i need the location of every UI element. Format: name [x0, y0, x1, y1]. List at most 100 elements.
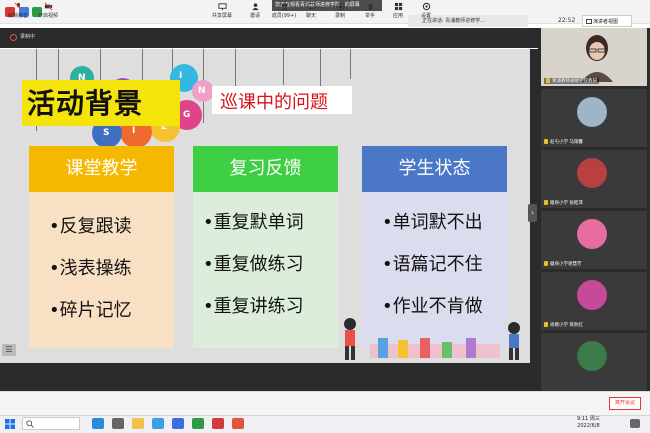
- column-item: •重复做练习: [203, 254, 304, 275]
- wps-icon[interactable]: [212, 418, 224, 429]
- participant-name-text: 赵屯小学 马雨馨: [550, 140, 583, 145]
- notification-icon[interactable]: [630, 419, 640, 428]
- start-video-button[interactable]: 开启视频: [30, 2, 66, 19]
- collapse-panel-button[interactable]: ›: [528, 204, 537, 222]
- wechat-icon[interactable]: [192, 418, 204, 429]
- slide-menu-button[interactable]: ☰: [2, 344, 16, 356]
- column-body: •重复默单词 •重复做练习 •重复讲练习: [193, 192, 338, 348]
- participant-name-text: 青浦教师进修学院教研: [552, 79, 597, 84]
- office-icon[interactable]: [232, 418, 244, 429]
- video-off-icon: [44, 2, 52, 11]
- mic-icon: [544, 322, 548, 327]
- participant-tile[interactable]: 徽商小学谢慧芳: [541, 211, 647, 269]
- cartoon-students-illustration: [344, 318, 520, 360]
- share-screen-icon: [217, 3, 227, 11]
- recording-label: 录制中: [20, 34, 36, 40]
- balloon-letter: I: [132, 126, 136, 136]
- settings-label: 设置: [420, 13, 431, 19]
- column-item: •重复讲练习: [203, 296, 304, 317]
- share-screen-label: 共享屏幕: [211, 13, 232, 19]
- mic-muted-icon: [14, 2, 22, 11]
- mic-icon: [544, 261, 548, 266]
- stage-bottom-strip: [0, 363, 538, 391]
- folder-icon[interactable]: [132, 418, 144, 429]
- participant-avatar: [577, 219, 607, 249]
- mic-icon: [544, 200, 548, 205]
- participant-name: 赵屯小学 马雨馨: [544, 139, 583, 145]
- gear-icon: [422, 2, 430, 11]
- column-item: •碎片记忆: [49, 300, 132, 321]
- participant-tile[interactable]: [541, 333, 647, 391]
- column-review-feedback: 复习反馈 •重复默单词 •重复做练习 •重复讲练习: [193, 146, 338, 348]
- chat-label: 聊天: [305, 13, 316, 19]
- participant-avatar: [577, 97, 607, 127]
- balloon-letter: G: [183, 110, 191, 120]
- participant-name: 徽商小学谢慧芳: [544, 261, 582, 267]
- raise-hand-label: 举手: [364, 13, 375, 19]
- participant-tile[interactable]: 尚模小学 蒋秋红: [541, 272, 647, 330]
- column-body: •反复跟读 •浅表操练 •碎片记忆: [29, 192, 174, 348]
- record-label: 录制: [334, 13, 345, 19]
- decor-line: [350, 49, 351, 79]
- participant-avatar: [577, 280, 607, 310]
- system-clock[interactable]: 9:11 周三 2022/6/8: [577, 416, 600, 430]
- speaker-view-button[interactable]: 演讲者视图: [582, 15, 632, 27]
- record-circle-icon: [335, 2, 345, 11]
- hand-icon: [368, 3, 372, 11]
- column-classroom-teaching: 课堂教学 •反复跟读 •浅表操练 •碎片记忆: [29, 146, 174, 348]
- invite-label: 邀请: [249, 13, 260, 19]
- participant-tile[interactable]: 青浦教师进修学院教研: [541, 28, 647, 86]
- settings-button[interactable]: 设置: [408, 2, 444, 19]
- column-header: 复习反馈: [193, 146, 338, 192]
- system-time: 9:11 周三: [577, 416, 600, 422]
- chat-icon: [306, 2, 316, 11]
- column-item: •语篇记不住: [382, 254, 483, 275]
- participant-name: 徽商小学 张睦萍: [544, 200, 583, 206]
- unmute-label: 解除静音: [7, 13, 28, 19]
- participant-name-text: 尚模小学 蒋秋红: [550, 323, 583, 328]
- apps-icon: [394, 2, 402, 11]
- meeting-time: 22:52: [558, 17, 576, 24]
- participant-name: 尚模小学 蒋秋红: [544, 322, 583, 328]
- speaker-view-label: 演讲者视图: [593, 19, 619, 25]
- participant-tile[interactable]: 徽商小学 张睦萍: [541, 150, 647, 208]
- taskbar-search[interactable]: [22, 417, 80, 430]
- balloon-letter: N: [198, 86, 206, 96]
- leave-meeting-button[interactable]: 离开会议: [609, 397, 641, 410]
- slide-subtitle: 巡课中的问题: [220, 92, 328, 113]
- recording-bar: 录制中: [0, 28, 538, 48]
- column-item: •单词默不出: [382, 212, 483, 233]
- edge-icon[interactable]: [92, 418, 104, 429]
- record-icon: [10, 34, 17, 41]
- participant-tile[interactable]: 赵屯小学 马雨馨: [541, 89, 647, 147]
- participant-avatar: [577, 341, 607, 371]
- system-date: 2022/6/8: [577, 423, 600, 429]
- column-item: •反复跟读: [49, 216, 132, 237]
- app-window: 您正在观看青浦教师进修学院...的屏幕 正在讲话: 青浦教师进修学... 22:…: [0, 0, 650, 433]
- start-video-label: 开启视频: [37, 13, 58, 19]
- task-view-icon[interactable]: [112, 418, 124, 429]
- app-icon[interactable]: [172, 418, 184, 429]
- decor-line: [320, 49, 321, 87]
- decor-line: [283, 49, 284, 85]
- invite-icon: [251, 3, 259, 11]
- balloon-letter: S: [103, 128, 110, 138]
- participant-avatar: [577, 158, 607, 188]
- grid-icon: [586, 19, 592, 24]
- participant-name-text: 徽商小学 张睦萍: [550, 201, 583, 206]
- column-header: 学生状态: [362, 146, 507, 192]
- share-screen-button[interactable]: 共享屏幕: [204, 2, 240, 19]
- decor-line: [235, 49, 236, 89]
- members-icon: [280, 3, 288, 11]
- windows-start-icon[interactable]: [5, 419, 15, 429]
- store-icon[interactable]: [152, 418, 164, 429]
- mic-icon: [546, 78, 550, 83]
- meeting-toolbar: [0, 391, 650, 415]
- column-header: 课堂教学: [29, 146, 174, 192]
- participant-video: [577, 32, 617, 82]
- column-item: •浅表操练: [49, 258, 132, 279]
- apps-label: 应用: [392, 13, 403, 19]
- column-item: •重复默单词: [203, 212, 304, 233]
- slide-title: 活动背景: [27, 87, 144, 120]
- search-icon: [26, 420, 34, 428]
